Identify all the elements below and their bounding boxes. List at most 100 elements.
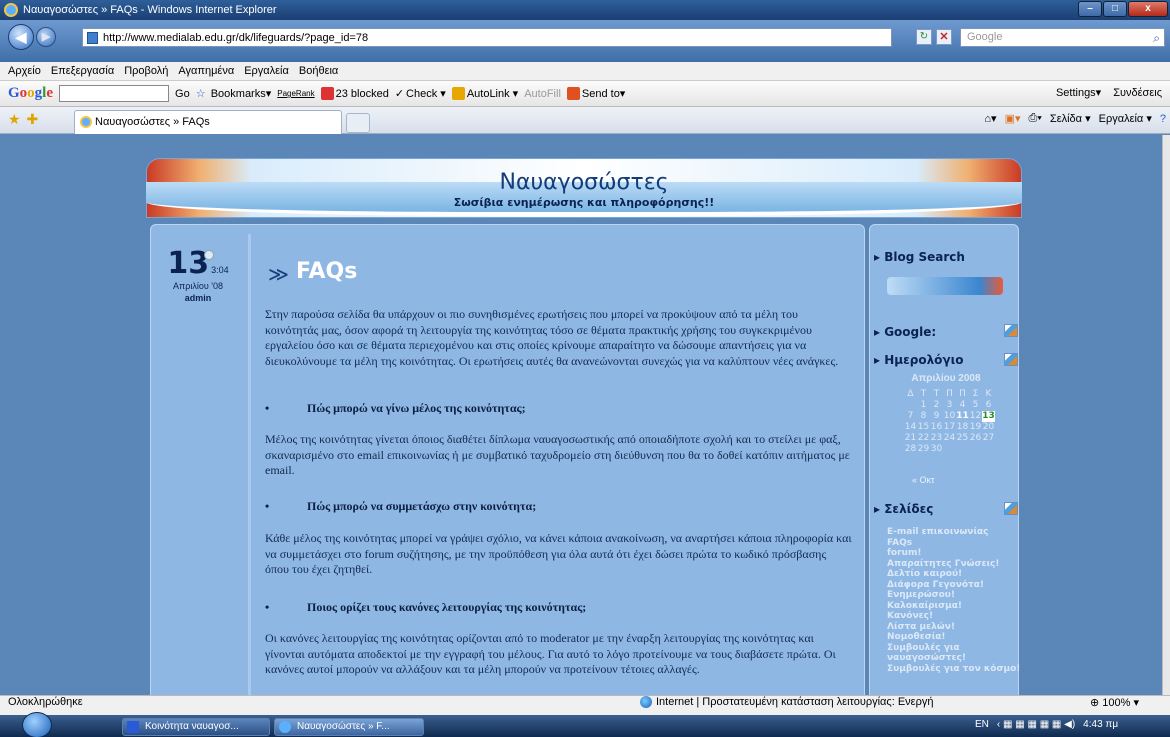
calendar-month: Απριλίου 2008	[911, 373, 981, 384]
popup-blocker-button[interactable]: 23 blocked	[320, 87, 389, 100]
security-zone[interactable]: Internet | Προστατευμένη κατάσταση λειτο…	[640, 696, 933, 708]
system-tray: EN ‹ ▦ ▦ ▦ ▦ ▦ ◀) 4:43 πμ	[975, 719, 1118, 730]
google-search-input[interactable]	[59, 85, 170, 102]
help-icon[interactable]: ?	[1160, 113, 1166, 125]
window-controls: – □ x	[1078, 1, 1168, 17]
tab-label: Ναυαγοσώστες » FAQs	[95, 116, 210, 128]
window-title-bar: Ναυαγοσώστες » FAQs - Windows Internet E…	[0, 0, 1170, 20]
settings-button[interactable]: Settings▾	[1056, 86, 1101, 99]
taskbar-item-ie[interactable]: Ναυαγοσώστες » F...	[274, 718, 424, 736]
blocked-icon	[320, 87, 334, 100]
check-icon: ✓	[394, 88, 405, 100]
stop-button[interactable]: ✕	[936, 29, 952, 45]
calendar-week: 14 15 16 17 18 19 20	[904, 422, 995, 432]
autolink-icon	[451, 87, 465, 100]
menu-tools[interactable]: Εργαλεία	[244, 65, 289, 77]
address-field[interactable]: http://www.medialab.edu.gr/dk/lifeguards…	[82, 28, 892, 47]
page-link[interactable]: FAQs	[887, 538, 1020, 549]
start-button[interactable]	[22, 712, 52, 737]
page-link[interactable]: E-mail επικοινωνίας	[887, 527, 1020, 538]
sendto-button[interactable]: Send to▾	[566, 87, 625, 100]
search-icon[interactable]: ⌕	[1153, 30, 1160, 47]
site-title[interactable]: Ναυαγοσώστες	[146, 170, 1022, 195]
word-icon	[127, 721, 139, 733]
tab-active[interactable]: Ναυαγοσώστες » FAQs	[74, 110, 342, 134]
menu-help[interactable]: Βοήθεια	[299, 65, 338, 77]
pagerank-button[interactable]: PageRank	[277, 89, 314, 98]
page-link[interactable]: Δελτίο καιρού!	[887, 569, 1020, 580]
calendar-today[interactable]: 13	[982, 411, 995, 422]
widget-icon[interactable]	[1004, 324, 1018, 337]
search-placeholder: Google	[967, 31, 1003, 43]
page-title: FAQs	[296, 259, 358, 284]
page-menu[interactable]: Σελίδα ▾	[1050, 112, 1091, 125]
spellcheck-button[interactable]: ✓ Check ▾	[395, 87, 446, 100]
page-link[interactable]: Συμβουλές για τον κόσμο!	[887, 664, 1020, 675]
calendar-prev-link[interactable]: « Οκτ	[912, 475, 935, 485]
page-link[interactable]: Ενημερώσου!	[887, 590, 1020, 601]
refresh-button[interactable]: ↻	[916, 29, 932, 45]
autolink-button[interactable]: AutoLink ▾	[451, 87, 518, 100]
globe-icon	[640, 696, 652, 708]
question-2: • Πώς μπορώ να συμμετάσχω στην κοινότητα;	[265, 499, 853, 514]
post-date: 13 3:04 Απριλίου '08 admin	[158, 246, 238, 303]
google-heading: ▸ Google:	[874, 325, 937, 339]
page-link[interactable]: Καλοκαίρισμα!	[887, 601, 1020, 612]
clock[interactable]: 4:43 πμ	[1083, 719, 1118, 730]
page-link[interactable]: ναυαγοσώστες!	[887, 653, 1020, 664]
menu-edit[interactable]: Επεξεργασία	[51, 65, 114, 77]
bullet: •	[265, 600, 270, 614]
maximize-button[interactable]: □	[1103, 1, 1127, 17]
title-arrow-icon: ≫	[268, 264, 289, 286]
post-author[interactable]: admin	[158, 293, 238, 303]
vertical-scrollbar[interactable]	[1162, 135, 1170, 695]
autofill-button[interactable]: AutoFill	[524, 88, 561, 100]
new-tab-button[interactable]	[346, 113, 370, 133]
go-button[interactable]: Go	[175, 88, 190, 100]
page-link[interactable]: Νομοθεσία!	[887, 632, 1020, 643]
star-icon: ☆	[195, 88, 206, 100]
calendar-grid: ΔΤΤΠΠΣΚ 123456 7 8 9 10 11 12 13 14 15 16 17 18 19 2…	[904, 389, 995, 455]
page-link[interactable]: Λίστα μελών!	[887, 622, 1020, 633]
page-link[interactable]: Απαραίτητες Γνώσεις!	[887, 559, 1020, 570]
command-bar: ⌂▾ ▣▾ ⎙▾ Σελίδα ▾ Εργαλεία ▾ ?	[984, 112, 1166, 125]
answer-2: Κάθε μέλος της κοινότητας μπορεί να γράψ…	[265, 531, 852, 576]
menu-file[interactable]: Αρχείο	[8, 65, 41, 77]
menu-favorites[interactable]: Αγαπημένα	[178, 65, 234, 77]
menu-view[interactable]: Προβολή	[124, 65, 168, 77]
close-button[interactable]: x	[1128, 1, 1168, 17]
calendar-day-link[interactable]: 11	[956, 411, 969, 422]
page-link[interactable]: Συμβουλές για	[887, 643, 1020, 654]
menu-bar: Αρχείο Επεξεργασία Προβολή Αγαπημένα Εργ…	[0, 62, 1170, 81]
back-button[interactable]: ◀	[8, 24, 34, 50]
post-time: 3:04	[211, 265, 229, 275]
page-link[interactable]: Κανόνες!	[887, 611, 1020, 622]
window-title: Ναυαγοσώστες » FAQs - Windows Internet E…	[23, 4, 277, 16]
language-indicator[interactable]: EN	[975, 719, 989, 730]
search-input[interactable]: Google ⌕	[960, 28, 1165, 47]
clock-icon	[204, 250, 214, 260]
intro-paragraph: Στην παρούσα σελίδα θα υπάρχουν οι πιο σ…	[265, 307, 839, 368]
taskbar-item-word[interactable]: Κοινότητα ναυαγοσ...	[122, 718, 270, 736]
widget-icon[interactable]	[1004, 502, 1018, 515]
tray-icons[interactable]: ‹ ▦ ▦ ▦ ▦ ▦ ◀)	[997, 719, 1075, 730]
print-icon[interactable]: ⎙▾	[1028, 112, 1041, 125]
page-link[interactable]: Διάφορα Γεγονότα!	[887, 580, 1020, 591]
zoom-level[interactable]: ⊕ 100% ▾	[1090, 696, 1139, 709]
bullet: •	[265, 401, 270, 415]
answer-3: Οι κανόνες λειτουργίας της κοινότητας ορ…	[265, 631, 836, 676]
feeds-icon[interactable]: ▣▾	[1005, 112, 1021, 125]
minimize-button[interactable]: –	[1078, 1, 1102, 17]
widget-icon[interactable]	[1004, 353, 1018, 366]
page-link[interactable]: forum!	[887, 548, 1020, 559]
home-icon[interactable]: ⌂▾	[984, 112, 996, 125]
bullet: •	[265, 499, 270, 513]
forward-button[interactable]: ▶	[36, 27, 56, 47]
bookmarks-button[interactable]: ☆ Bookmarks▾	[196, 87, 272, 100]
favorites-icons[interactable]: ★✚	[8, 111, 44, 128]
connections-button[interactable]: Συνδέσεις	[1113, 87, 1162, 99]
blog-search-input[interactable]	[887, 277, 1003, 295]
blog-search-heading: ▸ Blog Search	[874, 250, 965, 264]
pages-heading: ▸ Σελίδες	[874, 502, 934, 516]
tools-menu[interactable]: Εργαλεία ▾	[1099, 112, 1152, 125]
